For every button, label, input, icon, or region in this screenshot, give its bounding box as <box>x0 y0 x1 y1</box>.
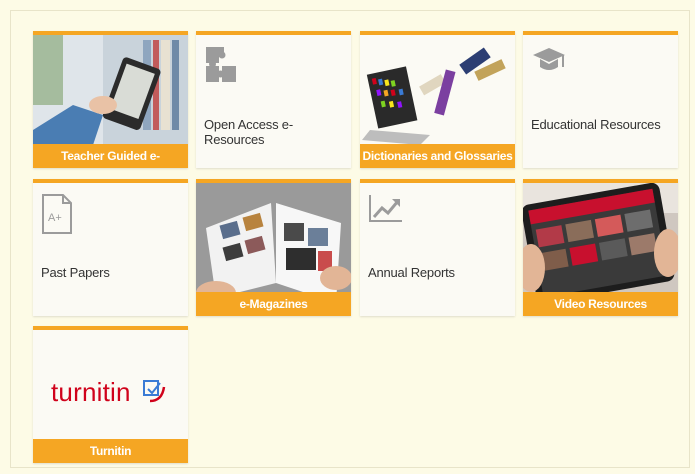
tile-label: Open Access e-Resources <box>204 117 293 147</box>
turnitin-wordmark: turnitin <box>51 377 131 407</box>
tile-label: Video Resources <box>523 292 678 316</box>
tile-past-papers[interactable]: A+ Past Papers <box>33 179 188 316</box>
trend-chart-icon <box>369 195 402 222</box>
grade-badge: A+ <box>48 212 62 224</box>
tile-label: e-Magazines <box>196 292 351 316</box>
tile-annual-reports[interactable]: Annual Reports <box>360 179 515 316</box>
tile-turnitin[interactable]: turnitin Turnitin <box>33 326 188 463</box>
tile-label: Past Papers <box>41 265 110 280</box>
tile-label: Annual Reports <box>368 265 455 280</box>
puzzle-icon <box>206 47 236 82</box>
tile-video-resources[interactable]: Video Resources <box>523 179 678 316</box>
tile-label: Educational Resources <box>531 117 661 132</box>
graduation-cap-icon <box>533 48 565 70</box>
tile-dictionaries-and-glossaries[interactable]: Dictionaries and Glossaries <box>360 31 515 168</box>
tile-e-magazines[interactable]: e-Magazines <box>196 179 351 316</box>
tile-label: Teacher Guided e-Resources <box>33 144 188 168</box>
tile-educational-resources[interactable]: Educational Resources <box>523 31 678 168</box>
resources-panel: Teacher Guided e-Resources Open Access e… <box>10 10 690 468</box>
tile-teacher-guided-e-resources[interactable]: Teacher Guided e-Resources <box>33 31 188 168</box>
document-grade-icon: A+ <box>42 194 72 234</box>
turnitin-logo: turnitin <box>51 375 170 408</box>
tile-open-access-e-resources[interactable]: Open Access e-Resources <box>196 31 351 168</box>
turnitin-emblem-icon <box>143 380 166 403</box>
tile-label: Dictionaries and Glossaries <box>360 144 515 168</box>
tile-label: Turnitin <box>33 439 188 463</box>
